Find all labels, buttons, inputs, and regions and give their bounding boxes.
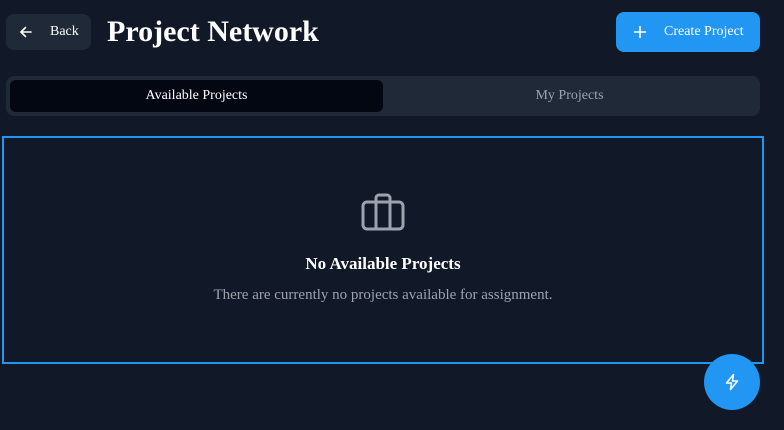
tab-available-projects[interactable]: Available Projects bbox=[10, 80, 383, 112]
empty-state-description: There are currently no projects availabl… bbox=[213, 287, 553, 303]
empty-state-panel: No Available Projects There are currentl… bbox=[2, 136, 764, 364]
project-network-page: Back Project Network Create Project Avai… bbox=[0, 0, 784, 430]
tab-my-projects[interactable]: My Projects bbox=[383, 80, 756, 112]
quick-action-button[interactable] bbox=[704, 354, 760, 410]
page-title: Project Network bbox=[107, 15, 319, 48]
create-project-label: Create Project bbox=[664, 24, 744, 39]
project-tabs: Available Projects My Projects bbox=[6, 76, 760, 116]
plus-icon bbox=[633, 25, 647, 39]
arrow-left-icon bbox=[19, 25, 33, 39]
tab-my-projects-label: My Projects bbox=[535, 88, 604, 103]
briefcase-icon bbox=[359, 188, 407, 236]
back-button[interactable]: Back bbox=[6, 14, 91, 50]
tab-available-projects-label: Available Projects bbox=[145, 88, 248, 103]
back-button-label: Back bbox=[50, 24, 79, 39]
create-project-button[interactable]: Create Project bbox=[616, 12, 760, 52]
empty-state-title: No Available Projects bbox=[305, 254, 461, 273]
lightning-icon bbox=[723, 373, 741, 391]
